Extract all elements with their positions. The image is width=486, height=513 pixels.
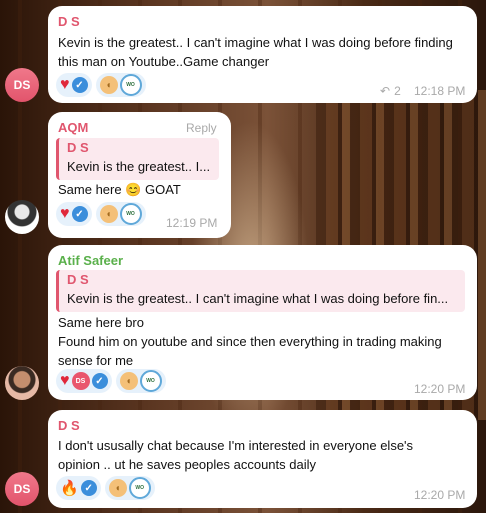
reaction-fire[interactable]: 🔥 ✓ [56, 476, 101, 500]
reply-arrow-icon: ↶ [380, 84, 391, 98]
timestamp: 12:18 PM [414, 84, 466, 98]
quoted-message[interactable]: D S Kevin is the greatest.. I... [56, 138, 219, 180]
verified-check-icon: ✓ [71, 206, 88, 222]
quote-text: Kevin is the greatest.. I... [67, 159, 211, 174]
reply-count[interactable]: ↶ 2 [380, 84, 401, 98]
sender-name[interactable]: Atif Safeer [58, 253, 123, 268]
verified-check-icon: ✓ [71, 77, 88, 93]
timestamp: 12:20 PM [414, 382, 466, 396]
timestamp: 12:19 PM [166, 216, 218, 230]
sender-name[interactable]: D S [58, 418, 80, 433]
timestamp: 12:20 PM [414, 488, 466, 502]
message-text: I don't ususally chat because I'm intere… [58, 438, 414, 472]
verified-check-icon: ✓ [91, 373, 108, 389]
verified-check-icon: ✓ [80, 480, 97, 496]
ear-emoji-icon: ◖ [119, 372, 138, 390]
message-bubble[interactable]: AQM Reply D S Kevin is the greatest.. I.… [48, 112, 231, 238]
ear-emoji-icon: ◖ [108, 479, 127, 497]
reaction-ears[interactable]: ◖ WO [95, 202, 146, 226]
reaction-ears[interactable]: ◖ WO [115, 369, 166, 393]
reaction-ears[interactable]: ◖ WO [95, 73, 146, 97]
avatar[interactable] [5, 200, 39, 234]
quote-sender: D S [67, 272, 89, 287]
avatar[interactable] [5, 366, 39, 400]
message-text: Same here bro Found him on youtube and s… [58, 315, 442, 368]
ear-emoji-icon: ◖ [99, 205, 118, 223]
white-oak-badge-icon: WO [128, 477, 151, 499]
message-text: Same here 😊 GOAT [58, 182, 181, 197]
reactions-bar: ♥ ✓ ◖ WO [56, 73, 146, 97]
heart-icon: ♥ [60, 205, 70, 222]
fire-icon: 🔥 [60, 479, 79, 497]
reactions-bar: 🔥 ✓ ◖ WO [56, 476, 155, 500]
white-oak-badge-icon: WO [119, 203, 142, 225]
avatar[interactable]: DS [5, 472, 39, 506]
message-bubble[interactable]: D S Kevin is the greatest.. I can't imag… [48, 6, 477, 103]
white-oak-badge-icon: WO [139, 370, 162, 392]
reaction-heart[interactable]: ♥ ✓ [56, 202, 92, 226]
ear-emoji-icon: ◖ [99, 76, 118, 94]
quote-sender: D S [67, 140, 89, 155]
reaction-ears[interactable]: ◖ WO [104, 476, 155, 500]
heart-icon: ♥ [60, 372, 70, 389]
quoted-message[interactable]: D S Kevin is the greatest.. I can't imag… [56, 270, 465, 312]
reactions-bar: ♥ ✓ ◖ WO [56, 202, 146, 226]
sender-name[interactable]: D S [58, 14, 80, 29]
reactor-avatar: DS [71, 372, 90, 390]
reply-button[interactable]: Reply [186, 121, 217, 135]
heart-icon: ♥ [60, 76, 70, 93]
reactions-bar: ♥ DS ✓ ◖ WO [56, 369, 166, 393]
message-bubble[interactable]: D S I don't ususally chat because I'm in… [48, 410, 477, 508]
reaction-heart[interactable]: ♥ DS ✓ [56, 369, 112, 393]
message-text: Kevin is the greatest.. I can't imagine … [58, 35, 453, 69]
white-oak-badge-icon: WO [119, 74, 142, 96]
sender-name[interactable]: AQM [58, 120, 88, 135]
message-bubble[interactable]: Atif Safeer D S Kevin is the greatest.. … [48, 245, 477, 400]
quote-text: Kevin is the greatest.. I can't imagine … [67, 291, 449, 306]
avatar[interactable]: DS [5, 68, 39, 102]
reaction-heart[interactable]: ♥ ✓ [56, 73, 92, 97]
